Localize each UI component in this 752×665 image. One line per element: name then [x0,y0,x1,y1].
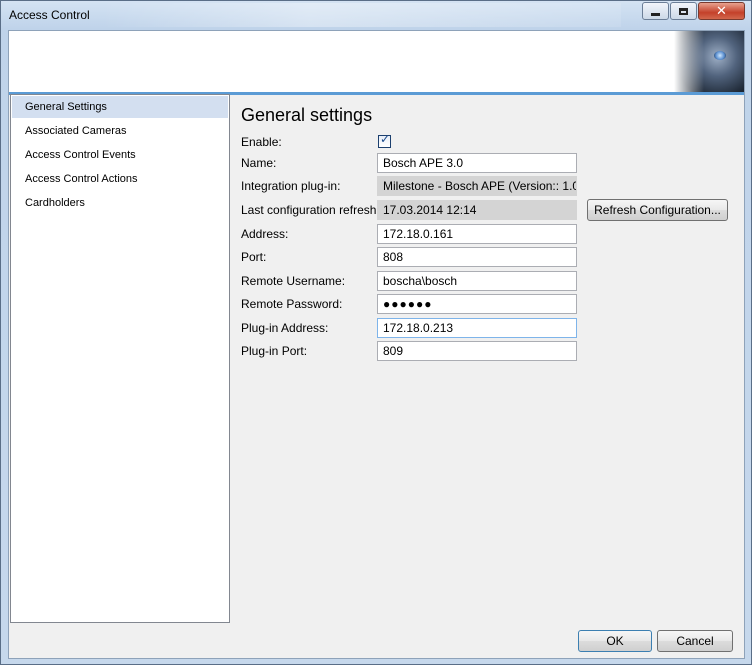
nav-item-associated-cameras[interactable]: Associated Cameras [12,120,228,142]
header-banner [9,31,744,95]
dialog-client-area: General Settings Associated Cameras Acce… [8,30,745,659]
title-bar-decoration [101,3,621,27]
access-control-window: Access Control ✕ General Settings Associ… [0,0,752,665]
name-field[interactable] [377,153,577,173]
window-title: Access Control [9,8,90,22]
address-field[interactable] [377,224,577,244]
close-button[interactable]: ✕ [698,2,745,20]
nav-item-access-control-events[interactable]: Access Control Events [12,144,228,166]
plugin-port-label: Plug-in Port: [241,344,308,358]
refresh-configuration-button[interactable]: Refresh Configuration... [587,199,728,221]
remote-username-field[interactable] [377,271,577,291]
port-field[interactable] [377,247,577,267]
remote-username-label: Remote Username: [241,274,346,288]
plugin-address-field[interactable] [377,318,577,338]
page-title: General settings [241,105,373,125]
last-refresh-field: 17.03.2014 12:14 [377,200,577,220]
remote-password-label: Remote Password: [241,297,343,311]
cancel-button[interactable]: Cancel [657,630,733,652]
last-refresh-label: Last configuration refresh: [241,203,380,217]
enable-label: Enable: [241,135,282,149]
plugin-address-label: Plug-in Address: [241,321,329,335]
remote-password-field[interactable]: ●●●●●● [377,294,577,314]
maximize-icon [679,7,688,15]
enable-checkbox[interactable]: ✓ [378,132,391,148]
integration-plugin-field: Milestone - Bosch APE (Version:: 1.0.0. [377,176,577,196]
minimize-button[interactable] [642,2,669,20]
ok-button[interactable]: OK [578,630,652,652]
minimize-icon [651,12,660,16]
nav-item-cardholders[interactable]: Cardholders [12,192,228,214]
close-icon: ✕ [716,3,727,19]
name-label: Name: [241,156,277,170]
plugin-port-field[interactable] [377,341,577,361]
settings-nav-list[interactable]: General Settings Associated Cameras Acce… [10,94,230,623]
nav-item-general-settings[interactable]: General Settings [12,96,228,118]
checkmark-icon: ✓ [380,132,391,146]
maximize-button[interactable] [670,2,697,20]
nav-item-access-control-actions[interactable]: Access Control Actions [12,168,228,190]
port-label: Port: [241,250,267,264]
wolf-eye [714,51,726,60]
title-bar[interactable]: Access Control ✕ [1,1,751,29]
address-label: Address: [241,227,289,241]
wolf-logo-image [674,31,744,92]
integration-plugin-label: Integration plug-in: [241,179,341,193]
